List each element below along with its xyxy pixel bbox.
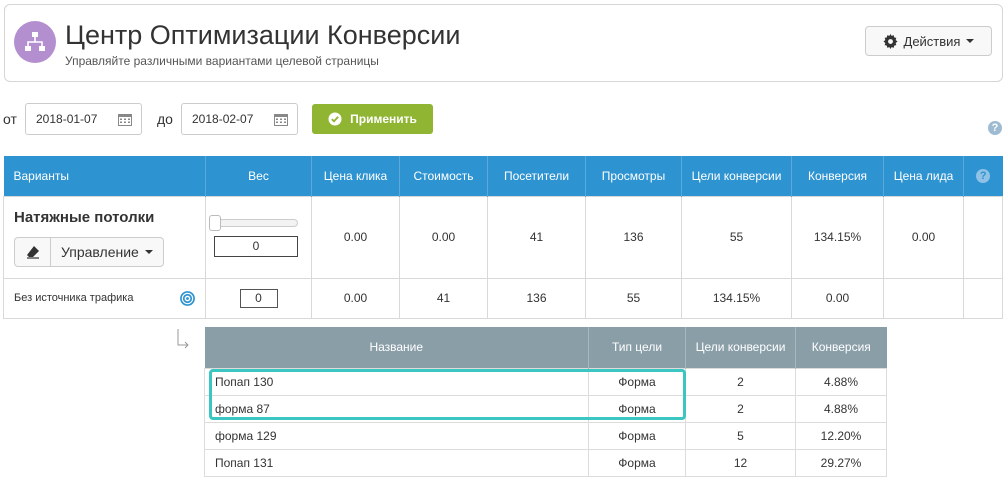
apply-button[interactable]: Применить <box>312 104 433 134</box>
table-row: Натяжные потолки Управление 0 0.00 0.00 … <box>3 195 1003 279</box>
sitemap-icon <box>14 21 56 63</box>
variants-table: Варианты Вес Цена клика Стоимость Посети… <box>3 156 1003 319</box>
goal-conversion: 4.88% <box>795 367 887 396</box>
table-row[interactable]: форма 129 Форма 5 12.20% <box>204 421 887 450</box>
conversion-value: 134.15% <box>791 195 884 279</box>
cost-value: 0.00 <box>399 195 488 279</box>
goal-conversion: 12.20% <box>795 421 887 450</box>
col-conversion: Конверсия <box>795 327 887 368</box>
goals-value: 55 <box>681 195 792 279</box>
goal-count: 12 <box>685 448 796 477</box>
goal-count: 2 <box>685 367 796 396</box>
col-help[interactable]: ? <box>963 156 1003 196</box>
target-icon[interactable] <box>180 290 195 306</box>
table-row: Без источника трафика 0 0.00 41 136 55 1… <box>3 277 1003 319</box>
table-row[interactable]: Попап 131 Форма 12 29.27% <box>204 448 887 477</box>
help-icon[interactable]: ? <box>976 168 991 183</box>
actions-dropdown-button[interactable]: Действия <box>865 26 992 56</box>
col-conversion: Конверсия <box>791 156 884 196</box>
page-header: Центр Оптимизации Конверсии Управляйте р… <box>4 4 1003 82</box>
col-name: Название <box>204 327 589 368</box>
goal-name: форма 129 <box>204 421 589 450</box>
cpc-value: 0.00 <box>311 195 400 279</box>
col-cpc: Цена клика <box>311 156 400 196</box>
table-row[interactable]: Попап 130 Форма 2 4.88% <box>204 367 887 396</box>
eraser-icon <box>26 245 39 259</box>
lead-price-value: 0.00 <box>883 195 964 279</box>
col-views: Просмотры <box>585 156 682 196</box>
col-goals: Цели конверсии <box>681 156 792 196</box>
variant-button-group: Управление <box>14 236 164 267</box>
visitors-value: 41 <box>487 195 586 279</box>
goal-count: 5 <box>685 421 796 450</box>
goal-type: Форма <box>588 421 686 450</box>
goals-table: Название Тип цели Цели конверсии Конверс… <box>204 327 887 477</box>
gear-icon <box>882 33 898 49</box>
calendar-icon <box>274 114 288 126</box>
col-goals: Цели конверсии <box>685 327 796 368</box>
eraser-button[interactable] <box>15 237 51 266</box>
weight-slider-track[interactable] <box>214 218 298 227</box>
manage-dropdown-button[interactable]: Управление <box>51 238 163 266</box>
date-from-input[interactable]: 2018-01-07 <box>25 103 142 135</box>
goal-name: Попап 131 <box>204 448 589 477</box>
goal-name: Попап 130 <box>204 367 589 396</box>
date-to-value: 2018-02-07 <box>192 112 254 126</box>
weight-slider-handle[interactable] <box>209 214 221 231</box>
weight-input[interactable]: 0 <box>214 235 298 257</box>
page-title: Центр Оптимизации Конверсии <box>65 20 461 50</box>
variant-name: Натяжные потолки <box>14 208 155 226</box>
col-goal-type: Тип цели <box>588 327 686 368</box>
col-visitors: Посетители <box>487 156 586 196</box>
views-value: 136 <box>487 277 586 319</box>
col-weight: Вес <box>205 156 312 196</box>
manage-label: Управление <box>61 243 139 260</box>
from-label: от <box>3 111 17 127</box>
page-subtitle: Управляйте различными вариантами целевой… <box>65 54 379 68</box>
actions-label: Действия <box>903 33 961 49</box>
col-lead-price: Цена лида <box>883 156 964 196</box>
empty-cell <box>963 277 1003 319</box>
source-cpc-input[interactable]: 0 <box>239 288 278 308</box>
views-value: 136 <box>585 195 682 279</box>
col-cost: Стоимость <box>399 156 488 196</box>
source-cell: Без источника трафика <box>3 277 206 319</box>
goal-name: форма 87 <box>204 394 589 423</box>
caret-down-icon <box>966 39 975 43</box>
conversion-value: 134.15% <box>681 277 792 319</box>
calendar-icon <box>118 114 132 126</box>
empty-cell <box>963 195 1003 279</box>
goal-conversion: 29.27% <box>795 448 887 477</box>
goal-type: Форма <box>588 394 686 423</box>
help-icon[interactable]: ? <box>988 121 1002 135</box>
date-to-input[interactable]: 2018-02-07 <box>181 103 298 135</box>
lead-price-value: 0.00 <box>791 277 884 319</box>
check-circle-icon <box>328 112 342 126</box>
apply-label: Применить <box>350 112 417 126</box>
source-label: Без источника трафика <box>14 291 134 304</box>
to-label: до <box>157 111 173 127</box>
source-cpc-cell: 0 <box>205 277 312 319</box>
goal-count: 2 <box>685 394 796 423</box>
caret-down-icon <box>144 249 153 254</box>
col-variants: Варианты <box>3 156 206 196</box>
empty-cell <box>883 277 964 319</box>
visitors-value: 41 <box>399 277 488 319</box>
date-from-value: 2018-01-07 <box>36 112 98 126</box>
table-row[interactable]: форма 87 Форма 2 4.88% <box>204 394 887 423</box>
corner-arrow-icon <box>177 329 189 349</box>
goal-type: Форма <box>588 367 686 396</box>
goal-conversion: 4.88% <box>795 394 887 423</box>
weight-cell: 0 <box>205 195 312 279</box>
variant-cell: Натяжные потолки Управление <box>3 195 206 279</box>
cost-value: 0.00 <box>311 277 400 319</box>
goal-type: Форма <box>588 448 686 477</box>
goals-value: 55 <box>585 277 682 319</box>
